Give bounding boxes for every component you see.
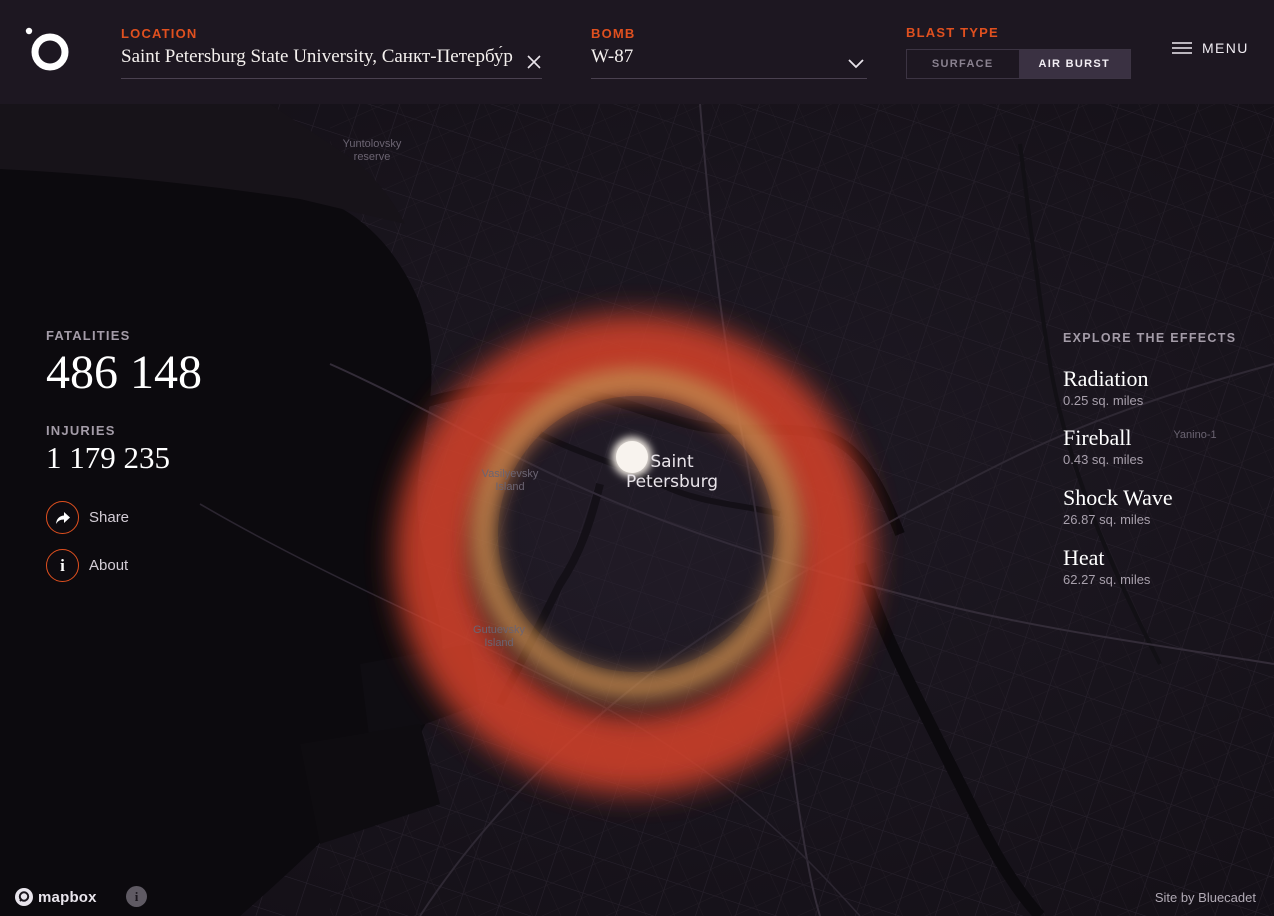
effect-name: Heat	[1063, 545, 1105, 570]
attribution-info-button[interactable]: i	[126, 886, 147, 907]
injuries-value: 1 179 235	[46, 440, 170, 475]
top-bar: LOCATION Saint Petersburg State Universi…	[0, 0, 1274, 104]
location-label: LOCATION	[121, 26, 198, 41]
map-label-vasilyevsky: Vasilyevsky Island	[481, 468, 539, 493]
share-button[interactable]: Share	[46, 501, 129, 534]
map-label-yanino: Yanino-1	[1173, 429, 1217, 441]
map-label-yuntolovsky: Yuntolovsky reserve	[342, 138, 402, 163]
bomb-select[interactable]: W-87	[591, 46, 633, 68]
effect-area: 0.43 sq. miles	[1063, 452, 1144, 467]
share-circle	[46, 501, 79, 534]
blast-air-burst-button[interactable]: AIR BURST	[1018, 50, 1130, 78]
menu-label: MENU	[1202, 40, 1249, 56]
menu-button[interactable]: MENU	[1172, 40, 1249, 56]
bomb-underline	[591, 78, 867, 79]
fatalities-value: 486 148	[46, 346, 202, 399]
effect-heat[interactable]: Heat 62.27 sq. miles	[1063, 545, 1150, 587]
effect-area: 0.25 sq. miles	[1063, 393, 1144, 408]
attribution-info-icon: i	[134, 888, 139, 904]
mapbox-logo[interactable]: mapbox	[14, 887, 97, 907]
share-arrow-icon	[55, 511, 70, 524]
share-label: Share	[89, 509, 130, 526]
effect-radiation[interactable]: Radiation 0.25 sq. miles	[1063, 366, 1149, 408]
blast-type-label: BLAST TYPE	[906, 25, 999, 40]
site-credit[interactable]: Site by Bluecadet	[1155, 890, 1256, 905]
city-label: Saint Petersburg	[625, 452, 719, 492]
location-underline	[121, 78, 542, 79]
effect-fireball[interactable]: Fireball 0.43 sq. miles	[1063, 425, 1143, 467]
clear-location-icon[interactable]	[524, 52, 544, 72]
logo-icon[interactable]	[24, 26, 72, 72]
fatalities-label: FATALITIES	[46, 328, 131, 343]
effect-shock-wave[interactable]: Shock Wave 26.87 sq. miles	[1063, 485, 1173, 527]
hamburger-icon	[1172, 42, 1192, 54]
effect-name: Radiation	[1063, 366, 1149, 391]
about-button[interactable]: i About	[46, 549, 128, 582]
about-circle: i	[46, 549, 79, 582]
blast-surface-button[interactable]: SURFACE	[907, 50, 1019, 78]
blast-type-toggle: SURFACE AIR BURST	[906, 49, 1131, 79]
mapbox-icon	[15, 888, 33, 906]
injuries-label: INJURIES	[46, 423, 116, 438]
location-input[interactable]: Saint Petersburg State University, Санкт…	[121, 46, 513, 68]
effect-name: Fireball	[1063, 425, 1132, 450]
info-icon: i	[60, 555, 65, 575]
chevron-down-icon[interactable]	[847, 56, 865, 70]
effect-name: Shock Wave	[1063, 485, 1173, 510]
map-label-gutuevsky: Gutuevsky Island	[473, 624, 525, 649]
explore-effects-title: EXPLORE THE EFFECTS	[1063, 331, 1237, 345]
about-label: About	[89, 557, 129, 574]
mapbox-text: mapbox	[38, 888, 97, 906]
effect-area: 62.27 sq. miles	[1063, 572, 1151, 587]
bomb-label: BOMB	[591, 26, 636, 41]
effect-area: 26.87 sq. miles	[1063, 512, 1151, 527]
